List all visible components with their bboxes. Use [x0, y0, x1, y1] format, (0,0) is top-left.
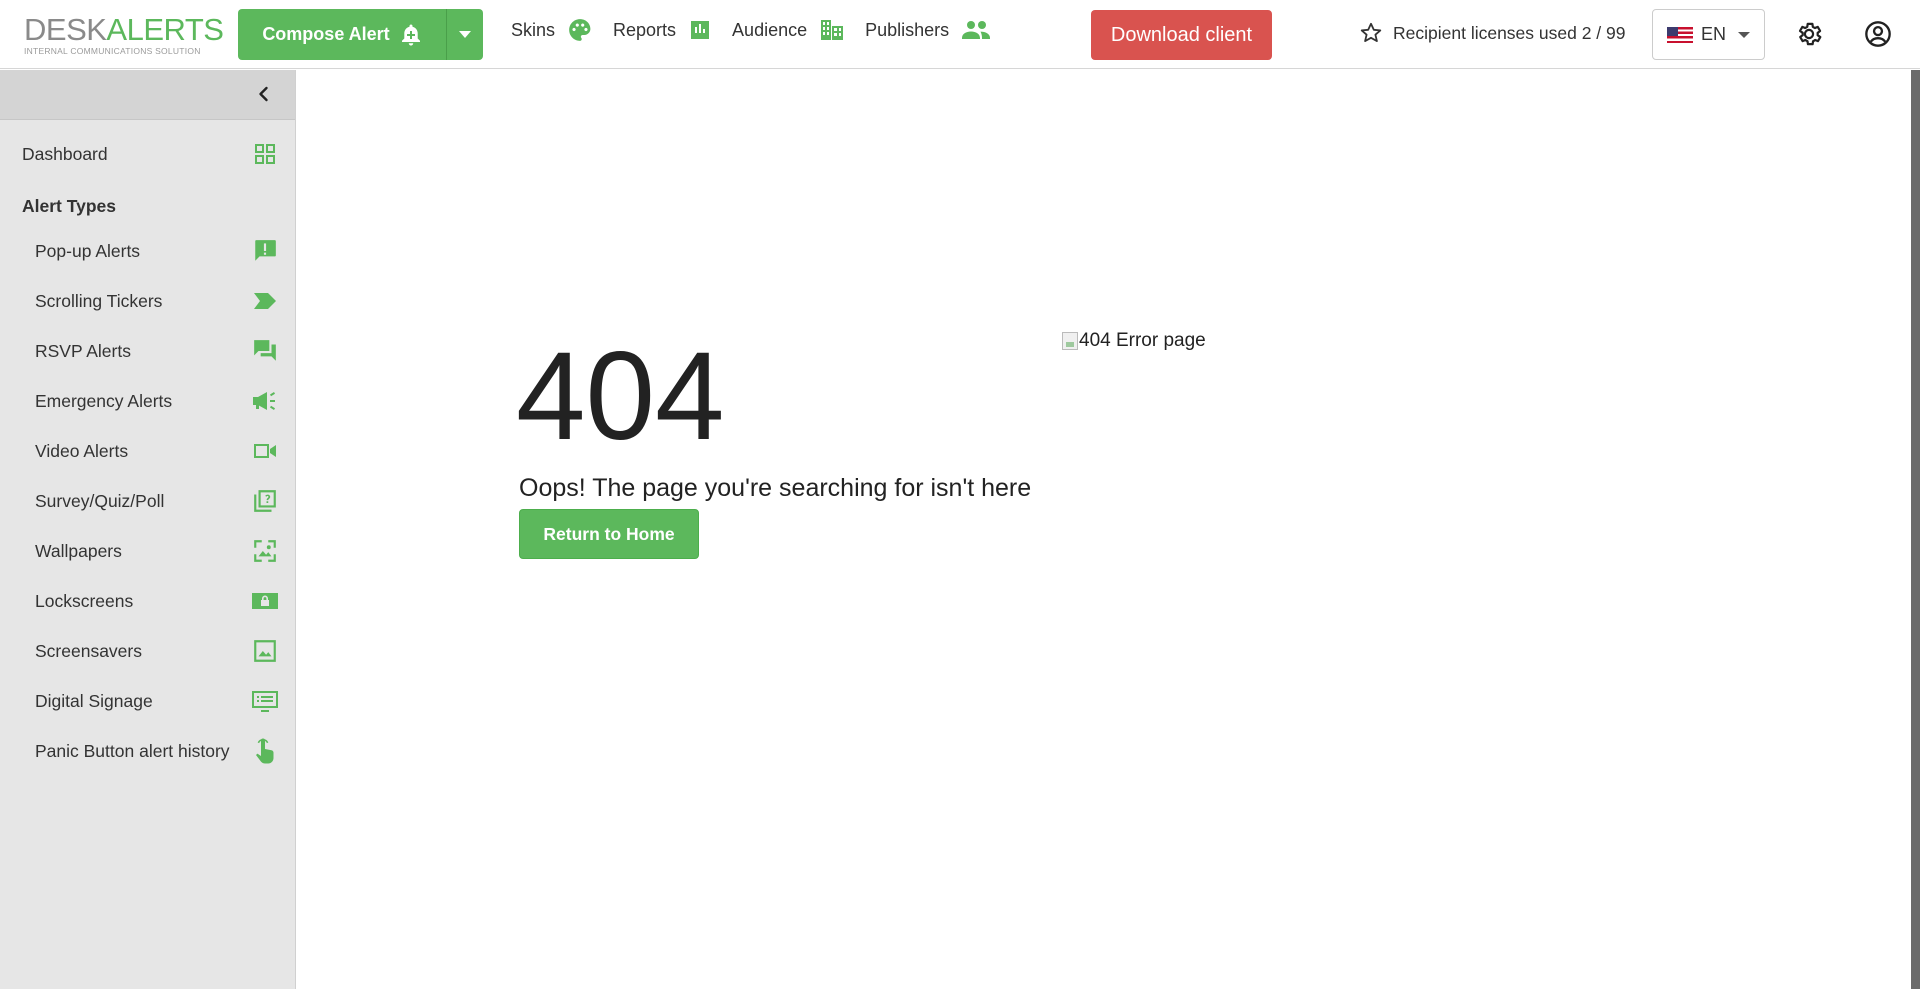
deskalerts-logo[interactable]: DESKALERTS INTERNAL COMMUNICATIONS SOLUT… — [24, 12, 224, 56]
sidebar-item-label: Digital Signage — [35, 690, 153, 711]
download-client-button[interactable]: Download client — [1091, 10, 1272, 60]
compose-alert-label: Compose Alert — [262, 24, 390, 44]
user-circle-icon — [1865, 21, 1891, 47]
logo-subtitle: INTERNAL COMMUNICATIONS SOLUTION — [24, 46, 201, 56]
chevron-left-icon — [259, 86, 268, 102]
compose-dropdown-toggle[interactable] — [447, 9, 483, 60]
error-code: 404 — [516, 327, 725, 466]
settings-button[interactable] — [1795, 20, 1823, 53]
sidebar-item-label: Panic Button alert history — [35, 740, 230, 761]
nav-skins[interactable]: Skins — [511, 17, 593, 43]
sidebar-item-emergency-alerts[interactable]: Emergency Alerts — [0, 381, 296, 421]
sidebar-item-label: RSVP Alerts — [35, 340, 131, 361]
sidebar-item-label: Emergency Alerts — [35, 390, 173, 411]
return-home-button[interactable]: Return to Home — [519, 509, 699, 559]
compose-alert-button[interactable]: Compose Alert — [238, 9, 447, 60]
sidebar-item-lockscreens[interactable]: Lockscreens — [0, 581, 296, 621]
error-message: Oops! The page you're searching for isn'… — [519, 474, 1032, 502]
sidebar-item-label: Lockscreens — [35, 590, 134, 611]
sidebar-item-label: Wallpapers — [35, 540, 122, 561]
sidebar-item-label: Scrolling Tickers — [35, 290, 163, 311]
sidebar-item-label: Screensavers — [35, 640, 142, 661]
licenses-text: Recipient licenses used 2 / 99 — [1393, 22, 1626, 43]
star-icon — [1360, 22, 1382, 42]
logo-alerts-text: ALERTS — [106, 12, 224, 47]
language-selector[interactable]: EN — [1652, 9, 1765, 60]
sidebar-item-dashboard[interactable]: Dashboard — [0, 134, 296, 174]
nav-audience-label: Audience — [732, 19, 808, 40]
sidebar-item-label: Dashboard — [22, 143, 108, 164]
bell-plus-icon — [401, 24, 420, 45]
user-account-button[interactable] — [1864, 20, 1892, 53]
language-code: EN — [1700, 24, 1726, 44]
top-header: DESKALERTS INTERNAL COMMUNICATIONS SOLUT… — [0, 0, 1920, 69]
chevron-down-icon — [459, 31, 471, 38]
main-nav: Skins Reports Audience Publishers — [511, 17, 991, 43]
video-camera-icon — [250, 436, 280, 466]
compose-alert-group: Compose Alert — [238, 9, 483, 60]
nav-reports-label: Reports — [613, 19, 677, 40]
sidebar-item-label: Pop-up Alerts — [35, 240, 141, 261]
sidebar-item-panic-button-history[interactable]: Panic Button alert history — [0, 731, 296, 771]
nav-audience[interactable]: Audience — [732, 18, 845, 42]
us-flag-icon — [1666, 26, 1693, 43]
nav-publishers[interactable]: Publishers — [865, 18, 991, 42]
sidebar-item-scrolling-tickers[interactable]: Scrolling Tickers — [0, 281, 296, 321]
nav-skins-label: Skins — [511, 19, 556, 40]
sidebar-item-popup-alerts[interactable]: Pop-up Alerts — [0, 231, 296, 271]
image-icon — [250, 636, 280, 666]
megaphone-icon — [250, 386, 280, 416]
touch-hand-icon — [250, 736, 280, 766]
broken-image-alt-text: 404 Error page — [1079, 330, 1206, 351]
page-scrollbar[interactable] — [1911, 70, 1920, 989]
sidebar-item-digital-signage[interactable]: Digital Signage — [0, 681, 296, 721]
question-pages-icon — [250, 486, 280, 516]
alert-types-heading: Alert Types — [22, 196, 117, 216]
people-icon — [962, 21, 991, 39]
sidebar-item-wallpapers[interactable]: Wallpapers — [0, 531, 296, 571]
chat-bubbles-icon — [250, 336, 280, 366]
ticker-tag-icon — [250, 286, 280, 316]
nav-reports[interactable]: Reports — [613, 18, 712, 42]
exclamation-message-icon — [250, 236, 280, 266]
sidebar-item-survey-quiz-poll[interactable]: Survey/Quiz/Poll — [0, 481, 296, 521]
grid-icon — [250, 139, 280, 169]
broken-image-icon — [1062, 332, 1078, 350]
wallpaper-icon — [250, 536, 280, 566]
broken-image-404: 404 Error page — [1062, 330, 1206, 352]
sidebar-item-label: Video Alerts — [35, 440, 129, 461]
audience-icon — [821, 20, 844, 40]
sidebar-item-screensavers[interactable]: Screensavers — [0, 631, 296, 671]
bar-chart-icon — [691, 21, 710, 39]
sidebar-collapse-bar[interactable] — [0, 70, 295, 120]
recipient-licenses[interactable]: Recipient licenses used 2 / 99 — [1359, 21, 1626, 45]
chevron-down-icon — [1738, 31, 1750, 38]
sidebar: Dashboard Alert Types Pop-up Alerts Scro… — [0, 70, 296, 989]
palette-icon — [569, 19, 591, 41]
sidebar-item-label: Survey/Quiz/Poll — [35, 490, 165, 511]
signage-screen-icon — [250, 686, 280, 716]
sidebar-item-rsvp-alerts[interactable]: RSVP Alerts — [0, 331, 296, 371]
gear-icon — [1798, 22, 1822, 46]
logo-desk-text: DESK — [24, 12, 107, 47]
nav-publishers-label: Publishers — [865, 19, 950, 40]
lock-screen-icon — [250, 586, 280, 616]
sidebar-item-video-alerts[interactable]: Video Alerts — [0, 431, 296, 471]
